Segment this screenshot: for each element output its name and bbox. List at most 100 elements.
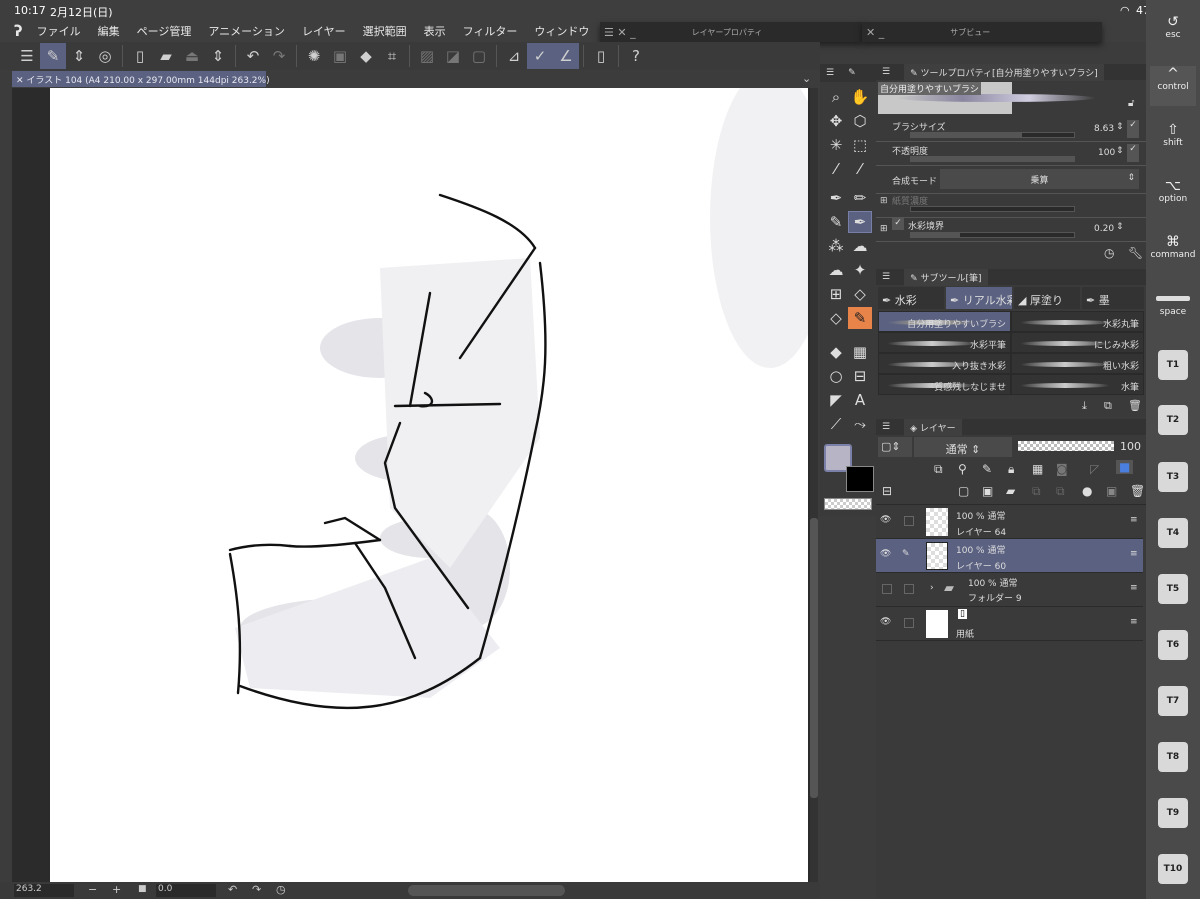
gradient-icon[interactable]: ▦ [848, 341, 872, 363]
stepper-icon[interactable]: ⇕ [1116, 122, 1124, 132]
blend-mode-select[interactable]: 乗算 ⇕ [940, 169, 1139, 189]
eye-icon[interactable]: 👁︎ [880, 549, 891, 559]
watercolor-edge-row[interactable]: ⊞ ✓ 水彩境界 0.20 ⇕ [876, 218, 1146, 242]
pen-tool-icon[interactable]: ✒ [824, 187, 848, 209]
menu-page[interactable]: ページ管理 [137, 23, 192, 39]
chevron-right-icon[interactable]: › [930, 583, 934, 593]
chevron-updown-icon[interactable]: ⇕ [66, 43, 92, 69]
transparent-color-swatch[interactable] [824, 498, 872, 510]
menu-layer[interactable]: レイヤー [302, 23, 346, 39]
layer-opacity-value[interactable]: 100 [1120, 440, 1141, 453]
brush-item[interactable]: 水筆 [1011, 374, 1144, 395]
close-icon[interactable]: ✕ _ [866, 26, 884, 39]
decoration-icon[interactable]: ☁ [848, 235, 872, 257]
t4-key[interactable]: T4 [1158, 518, 1188, 548]
expand-icon[interactable]: ⊞ [880, 196, 888, 206]
clear-selection-icon[interactable]: ▨ [414, 43, 440, 69]
brush-size-slider[interactable] [910, 132, 1075, 138]
checkbox[interactable] [904, 516, 914, 526]
watercolor-edge-value[interactable]: 0.20 [1094, 224, 1114, 234]
shape-tool-icon[interactable]: ○ [824, 365, 848, 387]
layer-row[interactable]: 👁︎ 100 % 通常 レイヤー 64 ≡ [876, 505, 1143, 539]
transfer-down-icon[interactable]: ⧉ [1032, 484, 1041, 499]
ruler-tool-icon[interactable]: ⊟ [848, 365, 872, 387]
delete-icon[interactable]: 🗑︎ [1128, 399, 1142, 412]
airbrush-icon[interactable]: ⁂ [824, 235, 848, 257]
zoom-field[interactable]: 263.2 [14, 884, 74, 897]
text-tool-icon[interactable]: A [848, 389, 872, 411]
space-key[interactable]: space [1150, 296, 1196, 326]
sparkle-icon[interactable]: ✦ [848, 259, 872, 281]
marker-tool-icon[interactable]: ✎ [824, 211, 848, 233]
t6-key[interactable]: T6 [1158, 630, 1188, 660]
mask-icon[interactable]: ◙ [1056, 462, 1068, 476]
shift-key[interactable]: ⇧ shift [1150, 122, 1196, 162]
new-vector-layer-icon[interactable]: ▣ [982, 484, 993, 498]
drag-handle-icon[interactable]: ≡ [1130, 617, 1138, 627]
expression-color-select[interactable]: ▢⇕ [878, 437, 912, 457]
folder-row[interactable]: › ▰ 100 % 通常 フォルダー 9 ≡ [876, 573, 1143, 607]
frame-tool-icon[interactable]: ⊞ [824, 283, 848, 305]
create-mask-icon[interactable]: ● [1082, 484, 1092, 498]
menu-view[interactable]: 表示 [424, 23, 446, 39]
menu-icon[interactable]: ☰ [882, 67, 890, 77]
brush-tool-icon[interactable]: ✒ [848, 211, 872, 233]
zoom-out-icon[interactable]: − [88, 883, 97, 896]
control-key[interactable]: ^ control [1150, 66, 1196, 106]
t3-key[interactable]: T3 [1158, 462, 1188, 492]
subview-panel-collapsed[interactable]: ✕ _ サブビュー [862, 22, 1102, 42]
eyedropper-icon[interactable]: ⁄ [824, 158, 848, 180]
group-real-watercolor[interactable]: ✒ リアル水彩 [946, 287, 1012, 309]
drawing-canvas[interactable] [50, 88, 808, 882]
checkbox[interactable] [904, 584, 914, 594]
option-key[interactable]: ⌥ option [1150, 178, 1196, 218]
expand-icon[interactable]: ⊞ [880, 224, 888, 234]
menu-window[interactable]: ウィンドウ [534, 23, 589, 39]
invert-selection-icon[interactable]: ◪ [440, 43, 466, 69]
layer-property-panel-collapsed[interactable]: ☰ ✕ _ レイヤープロパティ [600, 22, 862, 42]
layer-tab[interactable]: ◈ レイヤー [904, 418, 962, 436]
magic-wand-icon[interactable]: ✳ [824, 134, 848, 156]
redo-icon[interactable]: ↷ [266, 43, 292, 69]
undo-icon[interactable]: ↶ [240, 43, 266, 69]
menu-file[interactable]: ファイル [37, 23, 81, 39]
save-icon[interactable]: ⏏ [179, 43, 205, 69]
layer-opacity-slider[interactable] [1018, 441, 1114, 451]
stepper-icon[interactable]: ⇕ [1116, 146, 1124, 156]
eye-icon[interactable]: 👁︎ [880, 617, 891, 627]
group-watercolor[interactable]: ✒ 水彩 [878, 287, 944, 309]
reset-icon[interactable]: ◷ [1104, 246, 1114, 260]
document-tab[interactable]: ✕ イラスト 104 (A4 210.00 x 297.00mm 144dpi … [12, 71, 270, 87]
reference-layer-icon[interactable]: ⚲ [958, 462, 967, 476]
merge-down-icon[interactable]: ⧉ [1056, 484, 1065, 499]
pressure-toggle-icon[interactable]: ✓ [1127, 120, 1139, 138]
pen-stabilize-icon[interactable]: ✓ [527, 43, 553, 69]
paper-layer-row[interactable]: 👁︎ ▯ 用紙 ≡ [876, 607, 1143, 641]
loading-icon[interactable]: ✺ [301, 43, 327, 69]
new-file-icon[interactable]: ▯ [127, 43, 153, 69]
rotate-right-icon[interactable]: ↷ [252, 883, 261, 896]
eraser-icon[interactable]: ◇ [848, 283, 872, 305]
correction-tool-icon[interactable]: ⟋ [824, 413, 848, 435]
eraser-alt-icon[interactable]: ◇ [824, 307, 848, 329]
new-raster-layer-icon[interactable]: ▢ [958, 484, 969, 498]
rotation-field[interactable]: 0.0 [156, 884, 216, 897]
t1-key[interactable]: T1 [1158, 350, 1188, 380]
eyedropper-alt-icon[interactable]: ⁄ [848, 158, 872, 180]
horizontal-scrollbar[interactable] [408, 885, 565, 896]
ruler-snap-icon[interactable]: ⊿ [501, 43, 527, 69]
edit-icon[interactable]: ✎ [40, 43, 66, 69]
app-logo-icon[interactable]: ʔ [14, 22, 23, 40]
sub-color-swatch[interactable] [846, 466, 874, 492]
selection-tool-icon[interactable]: ⬚ [848, 134, 872, 156]
group-ink[interactable]: ✒ 墨 [1082, 287, 1144, 309]
ruler-icon[interactable]: ◸ [1090, 462, 1099, 476]
fit-icon[interactable]: ■ [138, 884, 147, 894]
clip-icon[interactable]: ⧉ [934, 462, 943, 477]
checkbox[interactable] [904, 618, 914, 628]
wrench-icon[interactable]: 🔧︎ [1128, 246, 1143, 260]
brush-item[interactable]: にじみ水彩 [1011, 332, 1144, 353]
chevron-down-icon[interactable]: ⌄ [802, 72, 811, 85]
brush-item[interactable]: 水彩平筆 [878, 332, 1011, 353]
menu-animation[interactable]: アニメーション [208, 23, 285, 39]
